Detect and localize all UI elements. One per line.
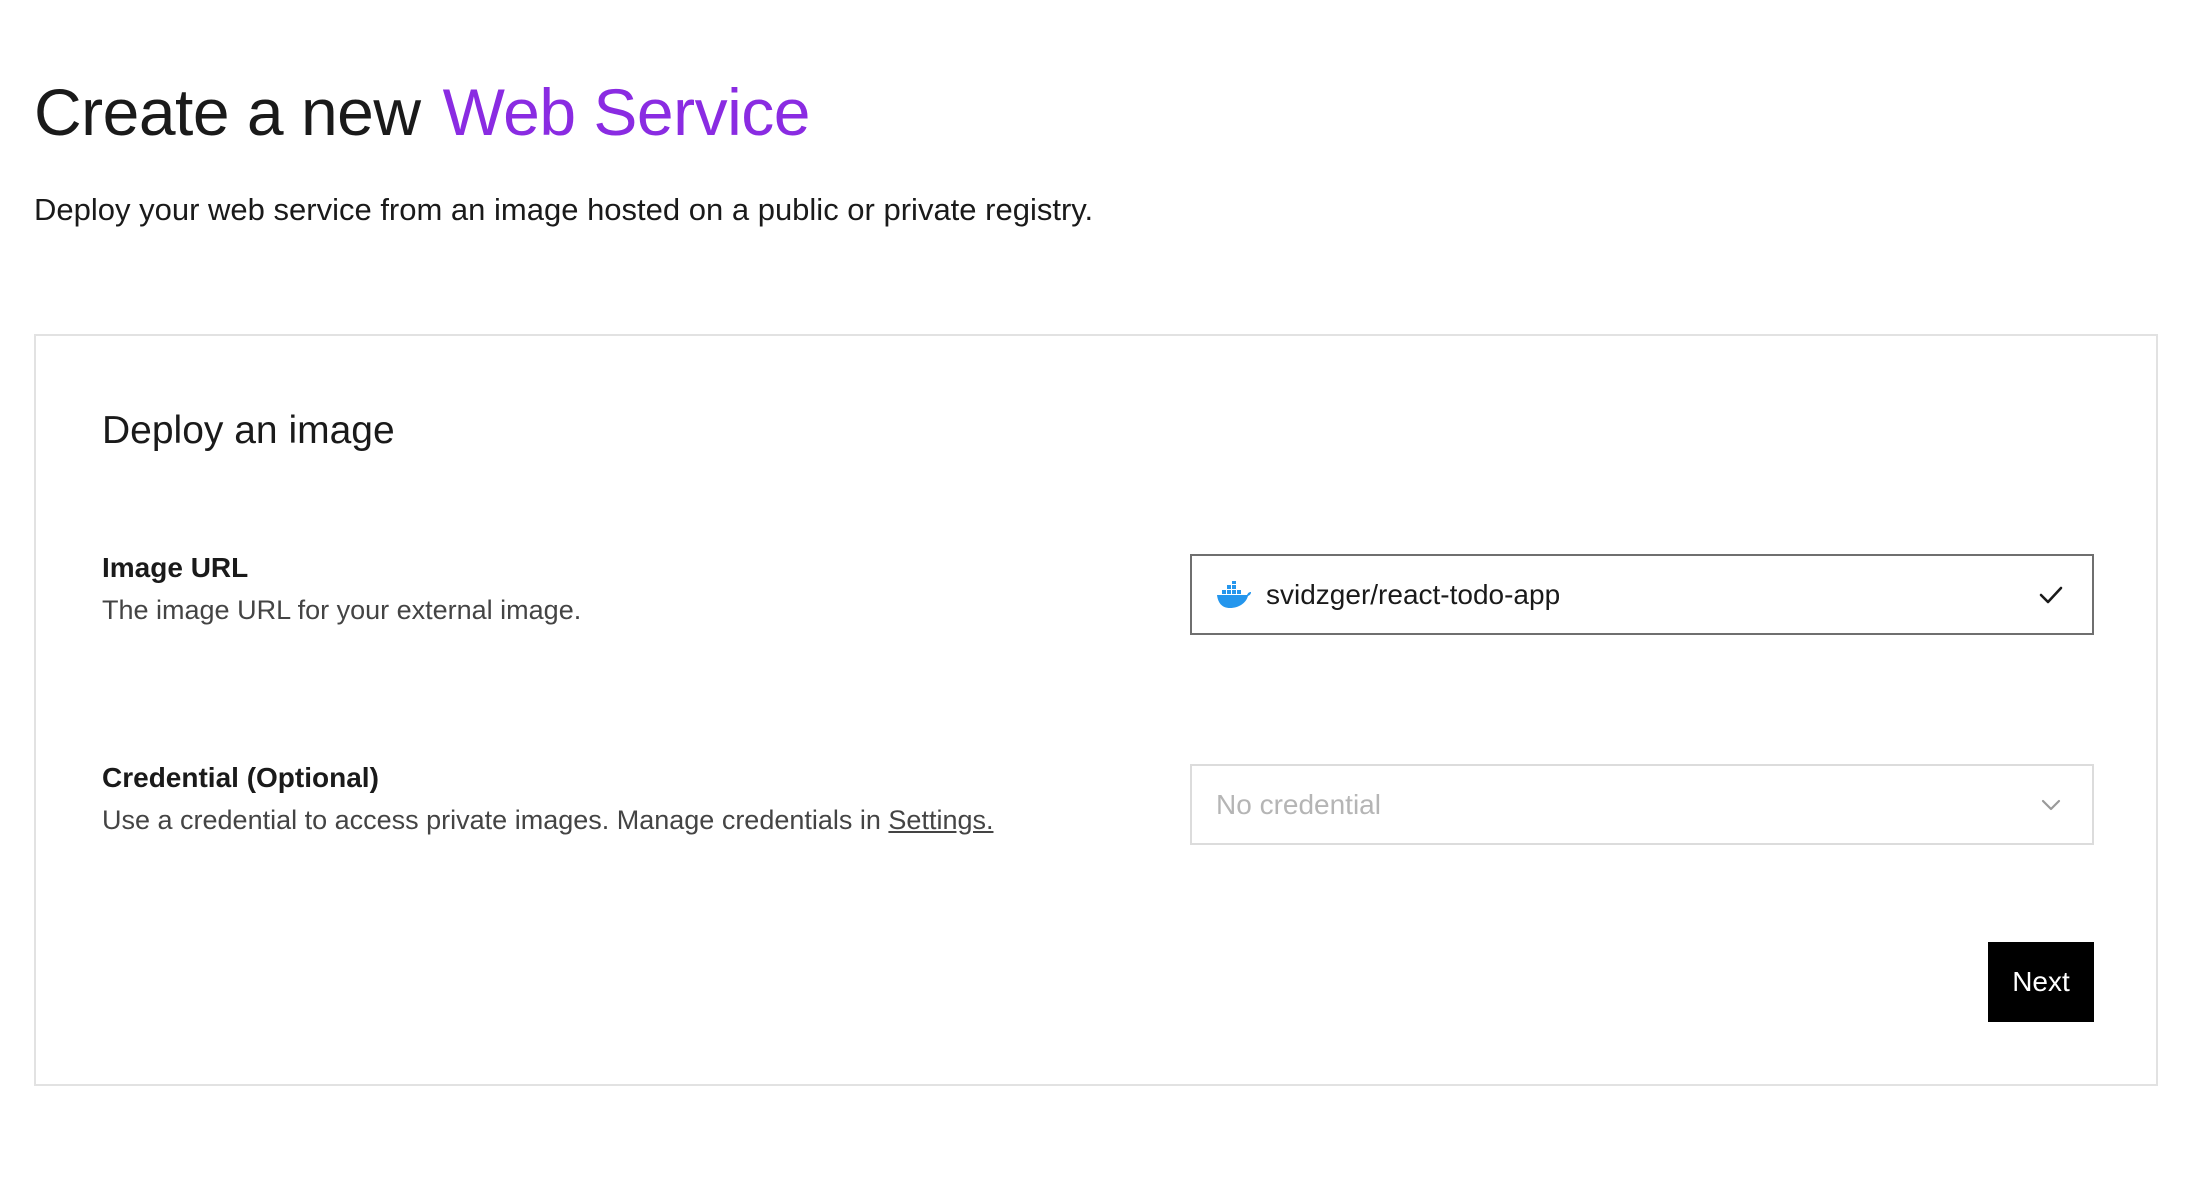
page-title-accent: Web Service bbox=[442, 75, 811, 149]
next-button[interactable]: Next bbox=[1988, 942, 2094, 1022]
page-subtitle: Deploy your web service from an image ho… bbox=[34, 192, 1094, 227]
image-url-value: svidzger/react-todo-app bbox=[1266, 578, 1561, 610]
docker-icon bbox=[1216, 580, 1252, 609]
credential-help: Use a credential to access private image… bbox=[102, 802, 993, 838]
chevron-down-icon bbox=[2038, 792, 2064, 818]
page: Create a new Web Service Deploy your web … bbox=[0, 0, 2198, 1190]
image-url-help: The image URL for your external image. bbox=[102, 595, 582, 625]
page-title: Create a new Web Service bbox=[34, 72, 811, 152]
credential-placeholder: No credential bbox=[1216, 788, 1381, 820]
page-title-prefix: Create a new bbox=[34, 75, 421, 149]
check-icon bbox=[2038, 582, 2064, 608]
credential-help-text: Use a credential to access private image… bbox=[102, 805, 881, 835]
settings-link[interactable]: Settings. bbox=[888, 805, 993, 835]
deploy-image-card: Deploy an image Image URL The image URL … bbox=[34, 334, 2158, 1086]
credential-select[interactable]: No credential bbox=[1190, 764, 2094, 845]
credential-label: Credential (Optional) bbox=[102, 762, 379, 793]
card-title: Deploy an image bbox=[102, 409, 395, 452]
image-url-label: Image URL bbox=[102, 552, 249, 583]
image-url-input[interactable]: svidzger/react-todo-app bbox=[1190, 554, 2094, 635]
